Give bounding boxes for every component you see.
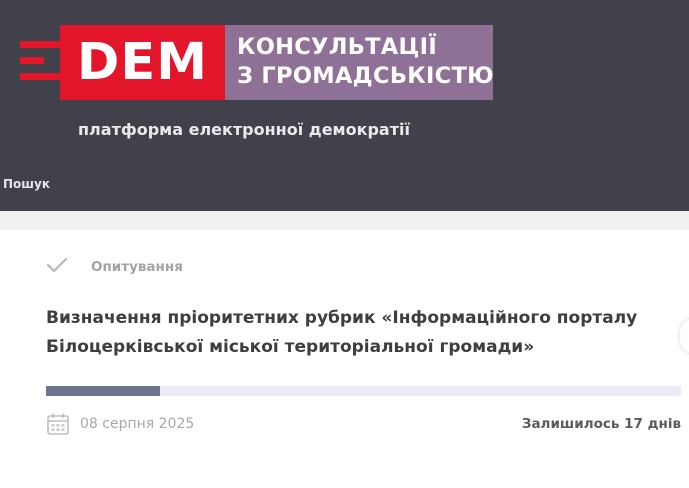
tagline: платформа електронної демократії xyxy=(78,120,410,139)
logo-text: DEM xyxy=(77,33,208,92)
site-title-line2: З ГРОМАДСЬКІСТЮ xyxy=(237,63,494,89)
calendar-icon xyxy=(47,413,69,435)
poll-progress-fill xyxy=(46,386,161,396)
poll-category: Опитування xyxy=(91,259,183,275)
poll-date: 08 серпня 2025 xyxy=(80,416,195,432)
poll-title[interactable]: Визначення пріоритетних рубрик «Інформац… xyxy=(46,304,689,362)
divider-band xyxy=(0,211,689,230)
poll-title-line1: Визначення пріоритетних рубрик «Інформац… xyxy=(46,308,638,328)
poll-title-line2: Білоцерківської міської територіальної г… xyxy=(46,337,535,357)
check-icon xyxy=(46,257,68,273)
logo-lines-icon xyxy=(20,36,64,86)
poll-progress-bar xyxy=(46,386,681,396)
poll-remaining: Залишилось 17 днів xyxy=(521,416,681,432)
site-header: DEM КОНСУЛЬТАЦІЇ З ГРОМАДСЬКІСТЮ платфор… xyxy=(0,0,689,211)
dem-logo[interactable]: DEM xyxy=(60,25,225,100)
site-title-line1: КОНСУЛЬТАЦІЇ xyxy=(237,34,438,60)
search-link[interactable]: Пошук xyxy=(3,177,50,191)
site-title[interactable]: КОНСУЛЬТАЦІЇ З ГРОМАДСЬКІСТЮ xyxy=(225,25,494,100)
